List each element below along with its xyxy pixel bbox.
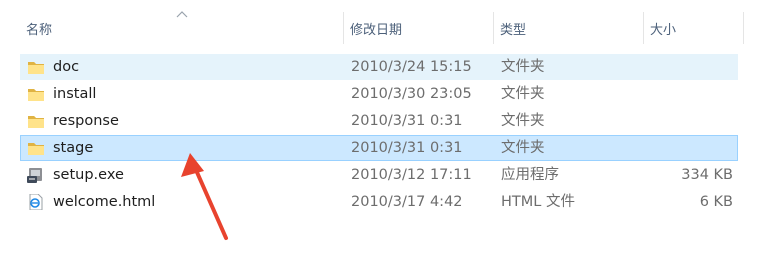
file-type: 文件夹 [501, 59, 545, 75]
file-name: stage [53, 140, 94, 156]
file-name: setup.exe [53, 167, 124, 183]
column-header-name[interactable]: 名称 [20, 20, 343, 42]
column-header-bar: 名称 修改日期 类型 大小 [0, 0, 765, 45]
file-row[interactable]: stage 2010/3/31 0:31 文件夹 [20, 135, 738, 161]
file-row[interactable]: doc 2010/3/24 15:15 文件夹 [20, 54, 738, 80]
file-row[interactable]: welcome.html 2010/3/17 4:42 HTML 文件 6 KB [20, 189, 738, 215]
file-modified: 2010/3/31 0:31 [351, 140, 463, 156]
folder-icon [27, 59, 45, 75]
html-file-icon [27, 193, 45, 211]
file-modified: 2010/3/31 0:31 [351, 113, 463, 129]
folder-icon [27, 113, 45, 129]
file-row[interactable]: install 2010/3/30 23:05 文件夹 [20, 81, 738, 107]
file-row[interactable]: response 2010/3/31 0:31 文件夹 [20, 108, 738, 134]
file-type: HTML 文件 [501, 194, 575, 210]
folder-icon [27, 140, 45, 156]
file-type: 文件夹 [501, 113, 545, 129]
setup-exe-icon [27, 167, 45, 183]
file-name: response [53, 113, 119, 129]
folder-icon [27, 86, 45, 102]
file-row[interactable]: setup.exe 2010/3/12 17:11 应用程序 334 KB [20, 162, 738, 188]
file-modified: 2010/3/12 17:11 [351, 167, 472, 183]
file-type: 文件夹 [501, 86, 545, 102]
file-modified: 2010/3/24 15:15 [351, 59, 472, 75]
file-name: install [53, 86, 97, 102]
file-name: doc [53, 59, 80, 75]
file-modified: 2010/3/17 4:42 [351, 194, 463, 210]
file-size: 6 KB [699, 194, 733, 210]
file-type: 文件夹 [501, 140, 545, 156]
column-divider[interactable] [743, 12, 744, 44]
file-type: 应用程序 [501, 167, 559, 183]
file-name: welcome.html [53, 194, 156, 210]
file-size: 334 KB [681, 167, 733, 183]
sort-ascending-icon[interactable] [176, 10, 188, 18]
column-header-modified[interactable]: 修改日期 [344, 20, 493, 42]
column-header-type[interactable]: 类型 [494, 20, 643, 42]
file-modified: 2010/3/30 23:05 [351, 86, 472, 102]
column-header-size[interactable]: 大小 [644, 20, 744, 42]
